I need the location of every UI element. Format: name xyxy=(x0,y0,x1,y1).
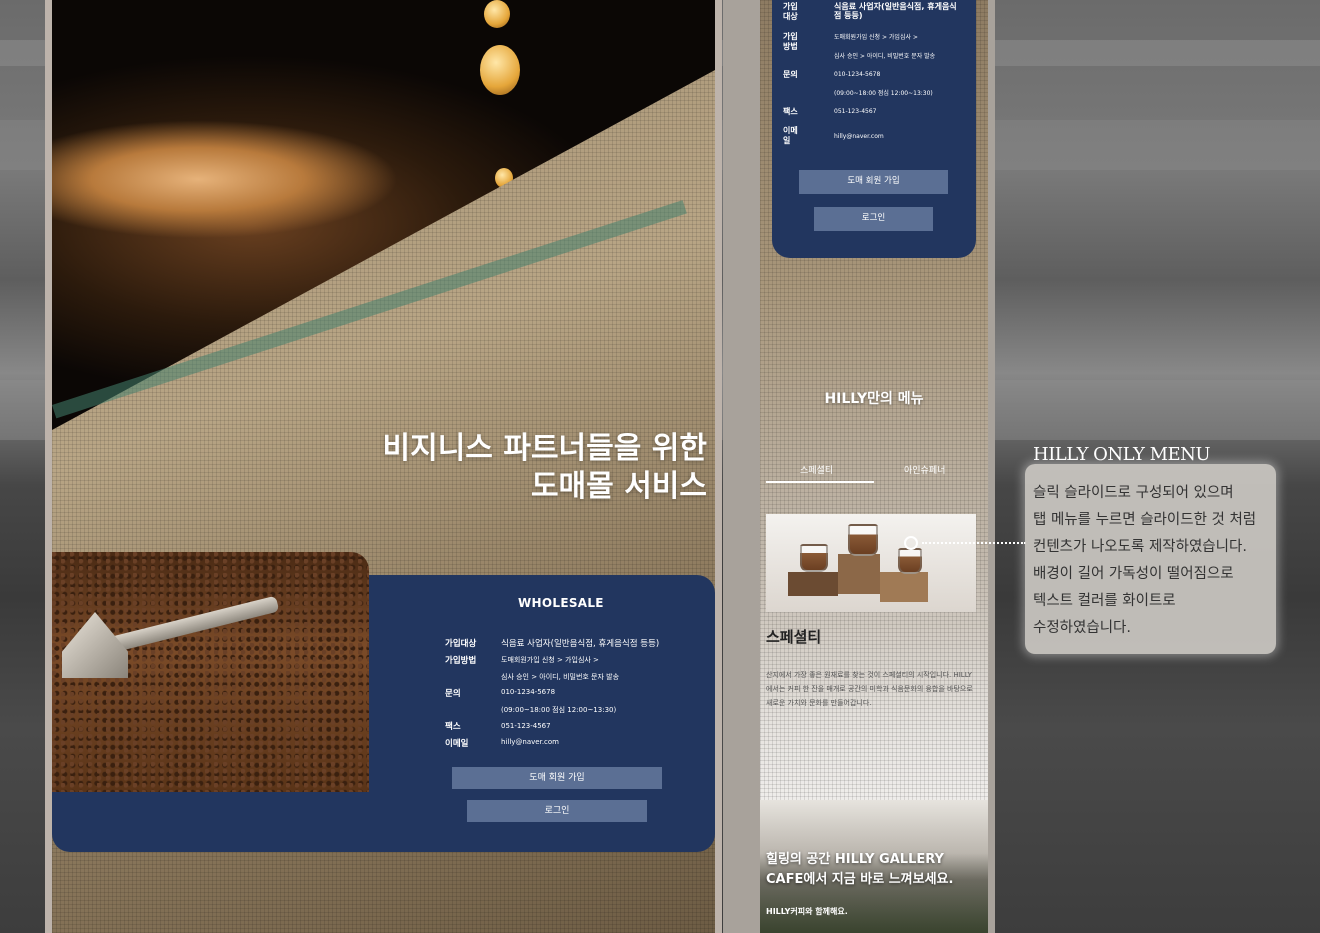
row-value: 051-123-4567 xyxy=(501,722,551,730)
mobile-row-label: 가입 방법 xyxy=(783,32,798,51)
slide-heading: 스페셜티 xyxy=(766,628,822,646)
gallery-title-line1: 힐링의 공간 HILLY GALLERY xyxy=(766,852,944,867)
gallery-title: 힐링의 공간 HILLY GALLERY CAFE에서 지금 바로 느껴보세요. xyxy=(766,850,953,890)
display-box xyxy=(788,572,838,596)
mobile-login-button[interactable]: 로그인 xyxy=(814,207,933,231)
mobile-page: 가입 대상 식음료 사업자(일반음식점, 휴게음식점 등등) 가입 방법 도매회… xyxy=(760,0,988,933)
mobile-row-label: 가입 대상 xyxy=(783,2,798,21)
row-value: 식음료 사업자(일반음식점, 휴게음식점 등등) xyxy=(501,639,660,649)
row-value: hilly@naver.com xyxy=(501,738,559,746)
wholesale-join-button[interactable]: 도매 회원 가입 xyxy=(452,767,662,789)
scoop-cone xyxy=(62,612,128,678)
annotation-line: 배경이 길어 가독성이 떨어짐으로 xyxy=(1033,566,1234,582)
mobile-row-value: (09:00~18:00 점심 12:00~13:30) xyxy=(834,90,933,97)
coffee-drop xyxy=(484,0,510,28)
mobile-row-value: 도매회원가입 신청 > 가입심사 > xyxy=(834,34,918,41)
coffee-beans-photo xyxy=(52,552,369,792)
coffee-glass xyxy=(848,524,878,556)
mobile-row-value: 051-123-4567 xyxy=(834,108,877,115)
row-label: 팩스 xyxy=(445,722,461,732)
pointer-dotted-line xyxy=(922,542,1026,544)
annotation-line: 컨텐츠가 나오도록 제작하였습니다. xyxy=(1033,539,1247,555)
gallery-subtitle: HILLY커피와 함께해요. xyxy=(766,907,848,916)
pointer-ring xyxy=(904,536,918,550)
coffee-glass xyxy=(898,548,922,574)
annotation-line: 탭 메뉴를 누르면 슬라이드한 것 처럼 xyxy=(1033,512,1257,528)
display-box xyxy=(880,572,928,602)
mobile-row-label: 문의 xyxy=(783,70,798,79)
slide-body: 산지에서 가장 좋은 원재료를 찾는 것이 스페셜티의 시작입니다. HILLY… xyxy=(766,671,973,707)
annotation-box: 슬릭 슬라이드로 구성되어 있으며 탭 메뉴를 누르면 슬라이드한 것 처럼 컨… xyxy=(1025,464,1276,654)
active-tab-indicator xyxy=(766,481,874,483)
desktop-mockup: 비지니스 파트너들을 위한 도매몰 서비스 WHOLESALE 가입대상 식음료… xyxy=(45,0,722,933)
mobile-row-value: hilly@naver.com xyxy=(834,133,884,140)
row-value: 심사 승인 > 아이디, 비밀번호 문자 발송 xyxy=(501,673,620,681)
annotation-line: 수정하였습니다. xyxy=(1033,620,1131,636)
row-value: 010-1234-5678 xyxy=(501,688,556,696)
mobile-row-value: 식음료 사업자(일반음식점, 휴게음식점 등등) xyxy=(834,2,957,20)
mobile-row-value: 심사 승인 > 아이디, 비밀번호 문자 발송 xyxy=(834,53,936,60)
row-label: 이메일 xyxy=(445,739,469,749)
hero-title: 비지니스 파트너들을 위한 도매몰 서비스 xyxy=(383,430,708,506)
mobile-row-label: 이메 일 xyxy=(783,126,798,145)
annotation-line: 텍스트 컬러를 화이트로 xyxy=(1033,593,1176,609)
coffee-glass xyxy=(800,544,828,572)
scoop-handle xyxy=(110,595,280,653)
row-label: 가입대상 xyxy=(445,639,477,649)
row-value: 도매회원가입 신청 > 가입심사 > xyxy=(501,656,599,664)
gallery-title-line2: CAFE에서 지금 바로 느껴보세요. xyxy=(766,872,954,887)
desktop-page: 비지니스 파트너들을 위한 도매몰 서비스 WHOLESALE 가입대상 식음료… xyxy=(52,0,715,933)
mobile-mockup: 가입 대상 식음료 사업자(일반음식점, 휴게음식점 등등) 가입 방법 도매회… xyxy=(723,0,995,933)
annotation-title: HILLY ONLY MENU xyxy=(1033,444,1211,465)
hero-title-line1: 비지니스 파트너들을 위한 xyxy=(382,431,708,466)
row-label: 문의 xyxy=(445,689,461,699)
menu-section-title: HILLY만의 메뉴 xyxy=(824,391,924,407)
wholesale-title: WHOLESALE xyxy=(518,596,604,610)
coffee-drop xyxy=(480,45,520,95)
mobile-join-button[interactable]: 도매 회원 가입 xyxy=(799,170,948,194)
annotation-line: 슬릭 슬라이드로 구성되어 있으며 xyxy=(1033,485,1234,501)
hero-title-line2: 도매몰 서비스 xyxy=(530,469,707,504)
tab-specialty[interactable]: 스페셜티 xyxy=(800,463,833,476)
row-label: 가입방법 xyxy=(445,656,477,666)
tab-einspanner[interactable]: 아인슈페너 xyxy=(904,463,945,476)
display-box xyxy=(838,554,880,594)
login-button[interactable]: 로그인 xyxy=(467,800,647,822)
menu-slide-image[interactable] xyxy=(766,514,976,612)
mobile-row-label: 팩스 xyxy=(783,107,798,116)
row-value: (09:00~18:00 점심 12:00~13:30) xyxy=(501,706,617,714)
mobile-row-value: 010-1234-5678 xyxy=(834,71,881,78)
